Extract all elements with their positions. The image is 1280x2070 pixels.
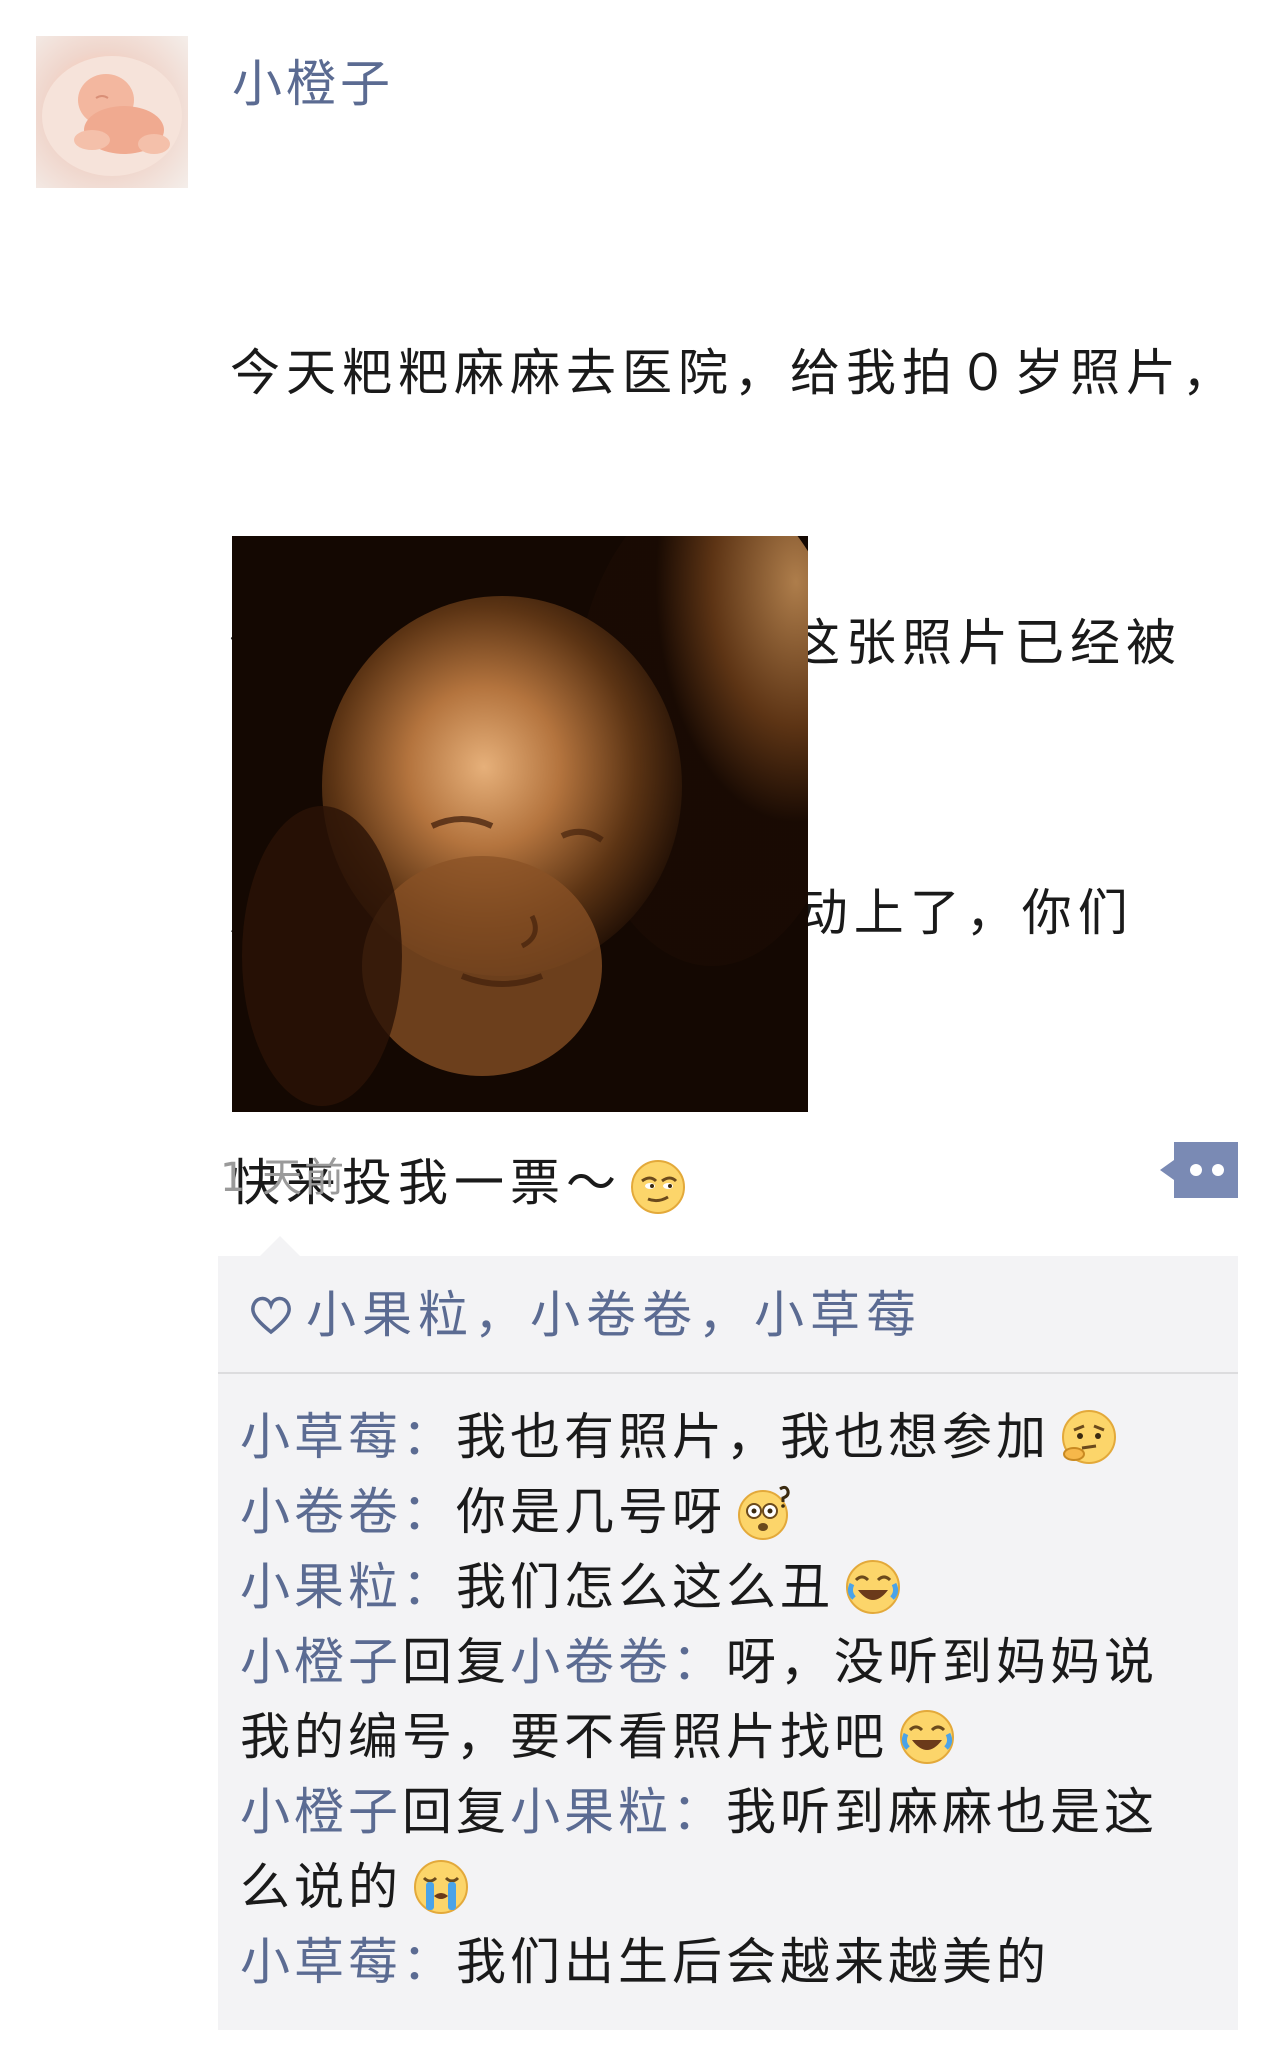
comment-item[interactable]: 小卷卷：你是几号呀 [240,1475,1200,1550]
reply-word: 回复 [402,1783,510,1841]
comment-item[interactable]: 小橙子回复小果粒：我听到麻麻也是这么说的 [240,1775,1200,1925]
panel-pointer [260,1236,300,1256]
comment-author[interactable]: 小果粒 [240,1558,402,1616]
reply-target[interactable]: 小果粒 [510,1783,672,1841]
comment-text: 你是几号呀 [456,1483,726,1541]
smirk-emoji-icon [631,1159,685,1214]
comment-item[interactable]: 小草莓：我也有照片，我也想参加 [240,1400,1200,1475]
author-name[interactable]: 小橙子 [232,54,394,114]
likes-row: 小果粒，小卷卷，小草莓 [248,1280,922,1350]
comment-text: 我们怎么这么丑 [456,1558,834,1616]
laughing-crying-emoji-icon [900,1709,954,1764]
comment-separator: ： [402,1483,456,1541]
likes-names[interactable]: 小果粒，小卷卷，小草莓 [306,1280,922,1350]
comment-separator: ： [672,1783,726,1841]
comment-author[interactable]: 小橙子 [240,1633,402,1691]
post-text-line-last: 快来投我一票～ [230,1138,1250,1228]
author-avatar[interactable] [36,36,188,188]
post-timestamp: 1 天前 [220,1155,347,1201]
comment-separator: ： [402,1408,456,1466]
comment-dots-icon [1160,1142,1238,1198]
panel-divider [218,1372,1238,1374]
comment-separator: ： [402,1558,456,1616]
dizzy-question-emoji-icon [738,1485,790,1540]
comment-author[interactable]: 小卷卷 [240,1483,402,1541]
comment-separator: ： [672,1633,726,1691]
comment-text: 我们出生后会越来越美的 [456,1933,1050,1991]
comment-item[interactable]: 小果粒：我们怎么这么丑 [240,1550,1200,1625]
comments-list: 小草莓：我也有照片，我也想参加 小卷卷：你是几号呀 小果粒：我们怎么这么丑 小橙… [240,1400,1200,2000]
crying-emoji-icon [414,1859,468,1914]
comment-item[interactable]: 小橙子回复小卷卷：呀，没听到妈妈说我的编号，要不看照片找吧 [240,1625,1200,1775]
thinking-emoji-icon [1062,1409,1116,1464]
post-text-line: 今天粑粑麻麻去医院，给我拍０岁照片， [230,344,1238,402]
comment-text: 我也有照片，我也想参加 [456,1408,1050,1466]
comment-author[interactable]: 小橙子 [240,1783,402,1841]
comment-button[interactable] [1160,1142,1238,1198]
comment-author[interactable]: 小草莓 [240,1408,402,1466]
reply-word: 回复 [402,1633,510,1691]
reply-target[interactable]: 小卷卷 [510,1633,672,1691]
comment-separator: ： [402,1933,456,1991]
ultrasound-baby-photo [232,536,808,1112]
laughing-crying-emoji-icon [846,1559,900,1614]
post-photo[interactable] [232,536,808,1112]
baby-avatar-icon [42,56,182,176]
heart-outline-icon [251,1296,291,1335]
comment-item[interactable]: 小草莓：我们出生后会越来越美的 [240,1925,1200,2000]
comment-author[interactable]: 小草莓 [240,1933,402,1991]
